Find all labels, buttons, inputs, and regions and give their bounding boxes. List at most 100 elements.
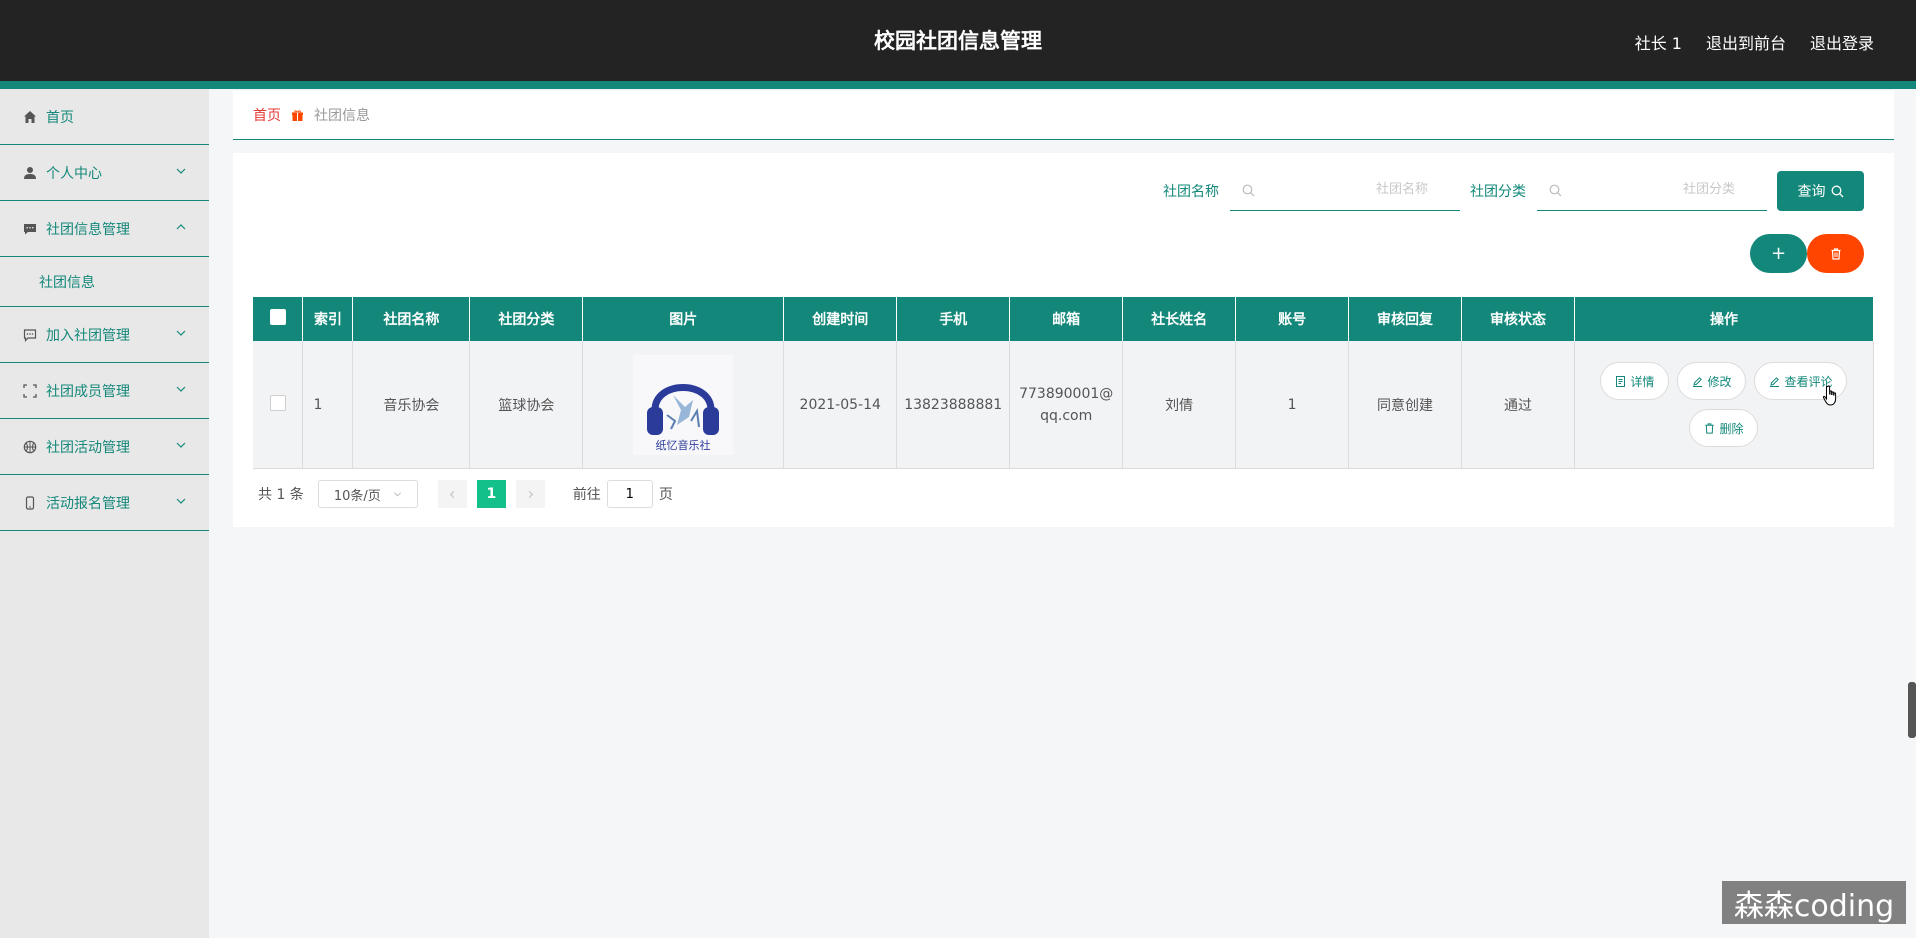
svg-text:纸忆音乐社: 纸忆音乐社 [656,438,711,452]
sidebar-item-label: 首页 [46,109,74,126]
column-header: 图片 [582,297,785,341]
cell-image: 纸忆音乐社 [582,341,785,469]
table-header-row: 索引 社团名称 社团分类 图片 创建时间 手机 邮箱 社长姓名 账号 审核回复 … [253,297,1875,341]
sidebar-subitem-club-info[interactable]: 社团信息 [0,257,209,307]
next-page-button[interactable] [515,480,545,508]
club-logo-image[interactable]: 纸忆音乐社 [633,354,734,455]
add-button[interactable]: + [1750,234,1807,273]
header-accent-bar [0,81,1916,89]
basketball-icon [22,439,38,455]
sidebar-item-label: 社团活动管理 [46,439,130,456]
search-icon [1549,184,1562,196]
prev-page-button[interactable] [437,480,467,508]
total-count: 共 1 条 [258,487,304,503]
column-header: 操作 [1574,297,1875,341]
delete-button[interactable]: 删除 [1689,409,1759,447]
home-icon [22,109,38,125]
column-header: 手机 [896,297,1011,341]
edit-label: 修改 [1707,374,1732,389]
batch-delete-button[interactable] [1807,234,1864,273]
chevron-left-icon [449,490,455,498]
mobile-icon [22,495,38,511]
chevron-down-icon [176,330,186,336]
search-category-label: 社团分类 [1470,184,1526,200]
search-name-input[interactable] [1286,180,1430,198]
chevron-down-icon [176,442,186,448]
detail-label: 详情 [1630,374,1655,389]
chevron-down-icon [176,498,186,504]
query-button[interactable]: 查询 [1777,171,1864,211]
cell-created: 2021-05-14 [783,341,898,469]
chevron-down-icon [176,168,186,174]
email-line: qq.com [1040,407,1093,424]
column-header: 社团分类 [469,297,584,341]
chevron-down-icon [176,386,186,392]
search-bar: 社团名称 社团分类 查询 [1163,171,1864,211]
trash-icon [1705,422,1715,434]
top-header: 校园社团信息管理 社长 1 退出到前台 退出登录 [0,0,1916,81]
detail-button[interactable]: 详情 [1600,362,1670,400]
logout-link[interactable]: 退出登录 [1810,30,1874,54]
user-icon [22,165,38,181]
column-header: 创建时间 [783,297,898,341]
club-table: 索引 社团名称 社团分类 图片 创建时间 手机 邮箱 社长姓名 账号 审核回复 … [253,297,1875,469]
goto-page-input[interactable] [606,480,653,508]
chevron-right-icon [528,490,533,498]
sidebar-item-join-club[interactable]: 加入社团管理 [0,307,209,363]
page-unit-label: 页 [658,487,673,503]
query-button-label: 查询 [1797,184,1826,200]
delete-label: 删除 [1719,421,1744,436]
chat-icon [22,327,38,343]
column-header: 审核状态 [1461,297,1575,341]
search-name-field [1230,172,1460,211]
sidebar-item-profile[interactable]: 个人中心 [0,145,209,201]
app-title: 校园社团信息管理 [874,29,1042,53]
page-size-select[interactable]: 10条/页 [317,480,418,508]
breadcrumb-current: 社团信息 [314,108,370,124]
select-all-cell [253,297,304,341]
column-header: 审核回复 [1348,297,1462,341]
row-select-cell [253,341,304,469]
search-icon [1831,185,1843,197]
sidebar-item-club-info[interactable]: 社团信息管理 [0,201,209,257]
sidebar-item-label: 活动报名管理 [46,495,130,512]
edit-icon [1693,376,1703,387]
search-icon [1242,184,1255,196]
watermark: 森森coding [1722,881,1906,924]
user-label[interactable]: 社长 1 [1635,30,1682,54]
cell-category: 篮球协会 [469,341,584,469]
sidebar-subitem-label: 社团信息 [39,274,95,291]
header-actions: 社长 1 退出到前台 退出登录 [1635,30,1874,54]
cell-club-name: 音乐协会 [352,341,471,469]
sidebar-item-label: 个人中心 [46,165,102,182]
breadcrumb: 首页 社团信息 [233,91,1894,140]
message-icon [22,221,38,237]
sidebar-item-signups[interactable]: 活动报名管理 [0,475,209,531]
pagination: 共 1 条 10条/页 1 前往 页 [258,480,673,508]
hand-cursor-icon [1822,385,1837,406]
exit-to-front-link[interactable]: 退出到前台 [1706,30,1786,54]
page-scrollbar[interactable] [1908,682,1916,738]
select-all-checkbox[interactable] [269,309,286,325]
cell-account: 1 [1235,341,1350,469]
breadcrumb-home[interactable]: 首页 [253,105,281,125]
cell-index: 1 [302,341,354,469]
column-header: 社长姓名 [1122,297,1237,341]
chevron-down-icon [393,491,401,497]
cell-phone: 13823888881 [896,341,1011,469]
action-buttons: + [1750,234,1864,273]
trash-icon [1831,247,1840,260]
row-checkbox[interactable] [269,394,286,411]
edit-button[interactable]: 修改 [1677,362,1747,400]
page-number-button[interactable]: 1 [476,480,506,508]
sidebar-item-home[interactable]: 首页 [0,89,209,145]
column-header: 社团名称 [352,297,471,341]
main-content: 社团名称 社团分类 查询 + 索引 社团名称 [233,153,1894,527]
sidebar-item-activities[interactable]: 社团活动管理 [0,419,209,475]
table-row: 1 音乐协会 篮球协会 纸忆音乐社 2021-05-14 13823888881… [253,341,1875,469]
sidebar-item-members[interactable]: 社团成员管理 [0,363,209,419]
cell-leader: 刘倩 [1122,341,1237,469]
search-category-input[interactable] [1593,180,1737,198]
email-line: 773890001@ [1019,385,1114,402]
sidebar-item-label: 社团信息管理 [46,221,130,238]
